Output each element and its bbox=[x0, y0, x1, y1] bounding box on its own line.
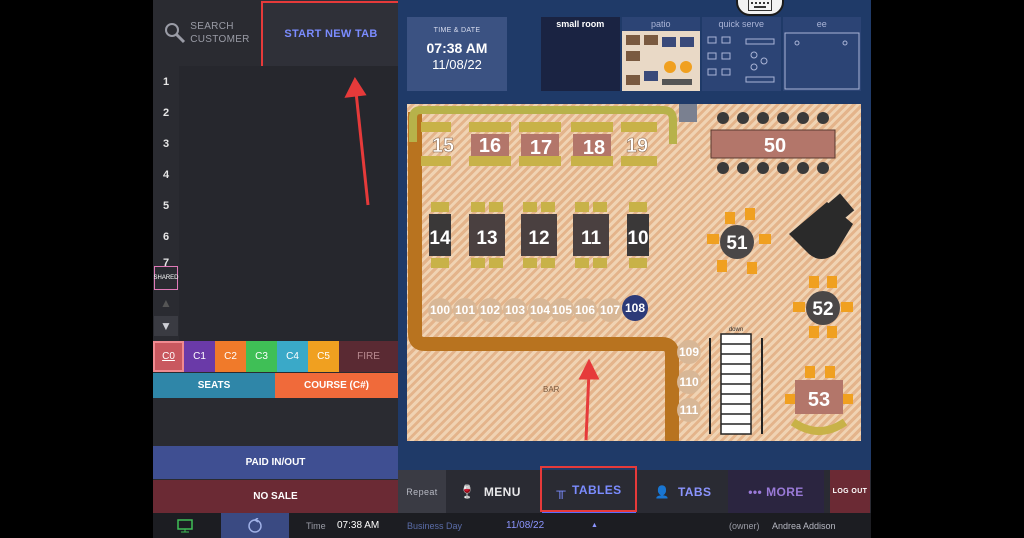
annotation-arrows bbox=[344, 76, 600, 441]
